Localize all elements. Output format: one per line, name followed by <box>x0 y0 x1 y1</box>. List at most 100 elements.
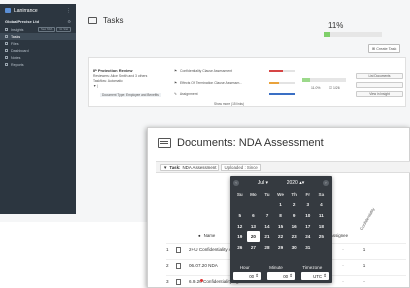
empty-day-cell <box>233 200 247 211</box>
day-cell[interactable]: 24 <box>301 231 315 242</box>
sidebar-item-files[interactable]: Files <box>0 40 76 47</box>
subtask-label: Confidentiality Clause Assessment <box>180 69 233 73</box>
sidebar-item-dashboard[interactable]: Dashboard <box>0 47 76 54</box>
document-list-icon <box>158 138 171 148</box>
day-cell[interactable]: 1 <box>274 200 288 211</box>
sidebar-brand[interactable]: Lanirrance ⋮ <box>0 4 76 17</box>
task-progress-fill <box>302 78 310 82</box>
filter-bar: ▼ Task: NDA Assessment Uploaded : Since <box>156 161 410 173</box>
selected-day-cell[interactable]: 20 <box>246 231 261 242</box>
view-in-insight-button[interactable]: View in Insight <box>356 91 403 97</box>
list-documents-label: List Documents <box>368 74 391 78</box>
next-month-icon[interactable]: › <box>322 179 329 186</box>
day-cell[interactable]: 7 <box>260 210 274 221</box>
sidebar-item-reports[interactable]: Reports <box>0 61 76 68</box>
gear-icon[interactable]: ⚙ <box>67 19 71 24</box>
name-column-header[interactable]: ● Name <box>198 233 215 238</box>
tasks-list-icon <box>88 17 97 24</box>
task-reviewers: Reviewers: Alice Smith and 3 others <box>93 74 148 78</box>
day-cell[interactable]: 14 <box>260 221 274 232</box>
day-cell[interactable]: 8 <box>274 210 288 221</box>
org-name: GlobalPrecise Ltd <box>5 19 40 24</box>
subtask-progress-fill <box>269 82 280 84</box>
subtask-confidentiality[interactable]: ⚑ Confidentiality Clause Assessment <box>174 68 232 74</box>
day-cell[interactable]: 22 <box>274 231 288 242</box>
subtask-progress-fill <box>269 93 295 95</box>
day-cell[interactable]: 17 <box>301 221 315 232</box>
day-cell[interactable]: 25 <box>315 231 329 242</box>
day-cell[interactable]: 15 <box>274 221 288 232</box>
task-card[interactable]: IP Protection Review Reviewers: Alice Sm… <box>88 57 406 107</box>
sidebar-item-insights[interactable]: Insights New NDA Gl. Stat <box>0 26 76 33</box>
day-cell[interactable]: 16 <box>287 221 301 232</box>
list-documents-button[interactable]: List Documents <box>356 73 403 79</box>
assignee-column-header[interactable]: Assignee <box>330 233 348 238</box>
day-cell[interactable]: 21 <box>260 231 274 242</box>
subtask-label: Effects Of Termination Clause Assessm... <box>180 81 243 85</box>
minute-value: 00 <box>283 273 289 279</box>
day-cell[interactable]: 26 <box>233 242 247 253</box>
day-cell[interactable]: 12 <box>233 221 247 232</box>
insight-pill[interactable]: Gl. Stat <box>56 26 71 33</box>
file-icon <box>176 278 181 285</box>
weekday-header: Th <box>291 191 297 197</box>
day-cell[interactable]: 9 <box>287 210 301 221</box>
create-task-button[interactable]: ⊞ Create Task <box>368 44 401 53</box>
brand-logo-icon <box>5 8 11 13</box>
minute-label: Minute <box>269 265 283 270</box>
weekday-header: We <box>277 191 284 197</box>
day-cell[interactable]: 5 <box>233 210 247 221</box>
time-labels: Hour Minute Timezone <box>230 265 332 270</box>
day-cell[interactable]: 18 <box>315 221 329 232</box>
day-cell[interactable]: 10 <box>301 210 315 221</box>
confidentiality-column-header[interactable]: Confidentiality <box>359 207 376 231</box>
uploaded-since-filter[interactable]: Uploaded : Since <box>221 163 261 171</box>
task-filter-chip[interactable]: ▼ Task: NDA Assessment <box>160 163 220 171</box>
subtask-assignment[interactable]: ✎ Assignment <box>174 91 198 97</box>
month-select[interactable]: Jul ▾ <box>258 180 268 186</box>
sidebar: Lanirrance ⋮ GlobalPrecise Ltd ⚙ Insight… <box>0 4 76 214</box>
notes-icon <box>5 56 8 59</box>
date-picker-header: ‹ Jul ▾ 2020 ▴▾ › <box>230 178 332 187</box>
day-cell[interactable]: 4 <box>315 200 329 211</box>
weekday-header: Mo <box>250 191 257 197</box>
weekday-header: Sa <box>318 191 325 197</box>
sidebar-item-tasks[interactable]: Tasks <box>0 33 76 40</box>
org-switcher[interactable]: GlobalPrecise Ltd ⚙ <box>0 17 76 26</box>
files-icon <box>5 42 8 45</box>
day-cell[interactable]: 6 <box>247 210 261 221</box>
day-cell[interactable]: 2 <box>287 200 301 211</box>
task-card-title: IP Protection Review <box>93 68 133 73</box>
day-cell[interactable]: 11 <box>315 210 329 221</box>
show-more-link[interactable]: Show more (15 links) <box>214 102 244 106</box>
timezone-value: UTC <box>313 273 323 279</box>
secondary-action-button[interactable] <box>356 82 403 88</box>
document-type-tag: Document Type: Employee and Benefits <box>100 93 161 97</box>
subtask-termination[interactable]: ⚑ Effects Of Termination Clause Assessm.… <box>174 80 242 86</box>
minute-stepper[interactable]: 00 ⇕ <box>267 272 295 280</box>
year-stepper[interactable]: 2020 ▴▾ <box>287 180 305 186</box>
confidentiality-value: - <box>363 279 365 284</box>
filter-label: Task: <box>169 164 181 170</box>
day-cell[interactable]: 30 <box>287 242 301 253</box>
day-cell[interactable]: 3 <box>301 200 315 211</box>
date-picker: ‹ Jul ▾ 2020 ▴▾ › Su Mo Tu We Th Fr Sa 1 2 3 4 5 6 7 8… <box>230 176 332 283</box>
day-cell[interactable]: 13 <box>247 221 261 232</box>
confidentiality-value: 1 <box>362 247 366 252</box>
weekday-header: Fr <box>305 191 311 197</box>
prev-month-icon[interactable]: ‹ <box>233 179 239 186</box>
timezone-select[interactable]: UTC ⇕ <box>301 272 329 280</box>
hour-stepper[interactable]: 00 ⇕ <box>233 272 261 280</box>
day-cell[interactable]: 29 <box>274 242 288 253</box>
day-cell[interactable]: 27 <box>247 242 261 253</box>
day-cell[interactable]: 19 <box>233 231 247 242</box>
completion-percent: 11% <box>328 21 344 30</box>
create-task-label: Create Task <box>376 47 397 51</box>
more-menu-icon[interactable]: ⋮ <box>66 8 71 14</box>
day-cell[interactable]: 23 <box>287 231 301 242</box>
sidebar-item-notes[interactable]: Notes <box>0 54 76 61</box>
assignee-value: - <box>342 247 344 252</box>
day-cell[interactable]: 28 <box>260 242 274 253</box>
day-cell[interactable]: 31 <box>301 242 315 253</box>
insight-pill[interactable]: New NDA <box>37 26 56 33</box>
